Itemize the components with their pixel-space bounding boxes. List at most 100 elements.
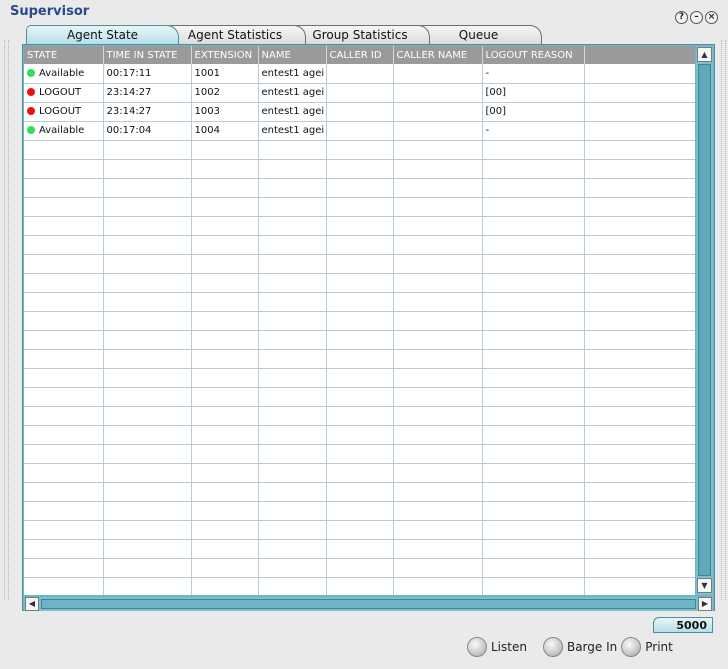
cell-blank bbox=[584, 178, 695, 198]
cell-name: entest1 agei bbox=[258, 64, 327, 84]
table-row bbox=[24, 292, 695, 312]
cell-extension: 1001 bbox=[191, 64, 259, 84]
table-row bbox=[24, 235, 695, 255]
table-row bbox=[24, 387, 695, 407]
column-header-logout-reason[interactable]: LOGOUT REASON bbox=[482, 46, 585, 64]
listen-radio-icon bbox=[467, 637, 487, 657]
cell-name bbox=[258, 368, 327, 388]
cell-state bbox=[24, 463, 104, 483]
cell-state: Available bbox=[24, 64, 104, 84]
tab-group-statistics[interactable]: Group Statistics bbox=[290, 25, 430, 44]
cell-name bbox=[258, 425, 327, 445]
scroll-up-arrow-icon[interactable]: ▲ bbox=[697, 47, 712, 62]
cell-name bbox=[258, 197, 327, 217]
cell-logout-reason bbox=[482, 292, 585, 312]
print-button[interactable]: Print bbox=[621, 637, 673, 657]
column-header-caller-id[interactable]: CALLER ID bbox=[326, 46, 394, 64]
cell-caller-id bbox=[326, 254, 394, 274]
cell-caller-id bbox=[326, 406, 394, 426]
cell-blank bbox=[584, 311, 695, 331]
cell-time-in-state: 00:17:11 bbox=[103, 64, 192, 84]
cell-name bbox=[258, 349, 327, 369]
cell-name bbox=[258, 311, 327, 331]
left-resize-handle[interactable] bbox=[4, 40, 9, 600]
table-row[interactable]: LOGOUT 23:14:27 1002 entest1 agei [00] bbox=[24, 83, 695, 103]
column-header-time-in-state[interactable]: TIME IN STATE bbox=[103, 46, 192, 64]
cell-state bbox=[24, 159, 104, 179]
cell-logout-reason bbox=[482, 539, 585, 559]
table-row bbox=[24, 501, 695, 521]
cell-logout-reason bbox=[482, 159, 585, 179]
cell-caller-name bbox=[393, 254, 483, 274]
table-row[interactable]: Available 00:17:11 1001 entest1 agei - bbox=[24, 64, 695, 84]
tab-queue[interactable]: Queue bbox=[415, 25, 542, 44]
cell-name bbox=[258, 520, 327, 540]
cell-blank bbox=[584, 387, 695, 407]
cell-extension: 1002 bbox=[191, 83, 259, 103]
barge-in-label: Barge In bbox=[566, 640, 618, 654]
cell-extension: 1004 bbox=[191, 121, 259, 141]
cell-state: LOGOUT bbox=[24, 102, 104, 122]
cell-name bbox=[258, 387, 327, 407]
scroll-left-arrow-icon[interactable]: ◀ bbox=[25, 597, 39, 611]
cell-extension: 1003 bbox=[191, 102, 259, 122]
cell-blank bbox=[584, 501, 695, 521]
cell-caller-id bbox=[326, 501, 394, 521]
column-header-state[interactable]: STATE bbox=[24, 46, 104, 64]
cell-caller-id bbox=[326, 558, 394, 578]
close-icon[interactable]: × bbox=[705, 11, 718, 24]
vertical-scrollbar[interactable]: ▲ ▼ bbox=[696, 46, 713, 595]
window-title: Supervisor bbox=[10, 4, 90, 19]
cell-blank bbox=[584, 102, 695, 122]
cell-caller-id bbox=[326, 444, 394, 464]
table-row bbox=[24, 140, 695, 160]
column-header-name[interactable]: NAME bbox=[258, 46, 327, 64]
cell-state bbox=[24, 558, 104, 578]
vertical-scroll-thumb[interactable] bbox=[698, 64, 711, 576]
table-row[interactable]: LOGOUT 23:14:27 1003 entest1 agei [00] bbox=[24, 102, 695, 122]
cell-blank bbox=[584, 558, 695, 578]
listen-button[interactable]: Listen bbox=[467, 637, 527, 657]
cell-caller-id bbox=[326, 83, 394, 103]
table-row[interactable]: Available 00:17:04 1004 entest1 agei - bbox=[24, 121, 695, 141]
cell-logout-reason bbox=[482, 558, 585, 578]
listen-label: Listen bbox=[491, 640, 527, 654]
column-header-extension[interactable]: EXTENSION bbox=[191, 46, 259, 64]
cell-caller-name bbox=[393, 159, 483, 179]
scroll-right-arrow-icon[interactable]: ▶ bbox=[698, 597, 712, 611]
scroll-down-arrow-icon[interactable]: ▼ bbox=[697, 578, 712, 593]
horizontal-scroll-thumb[interactable] bbox=[41, 599, 696, 609]
cell-logout-reason bbox=[482, 311, 585, 331]
cell-caller-name bbox=[393, 520, 483, 540]
cell-state bbox=[24, 539, 104, 559]
horizontal-scrollbar[interactable]: ◀ ▶ bbox=[24, 597, 713, 611]
column-header-caller-name[interactable]: CALLER NAME bbox=[393, 46, 483, 64]
cell-state bbox=[24, 235, 104, 255]
cell-caller-id bbox=[326, 330, 394, 350]
cell-logout-reason bbox=[482, 444, 585, 464]
minimize-icon[interactable]: – bbox=[690, 11, 703, 24]
cell-caller-name bbox=[393, 102, 483, 122]
tab-agent-statistics[interactable]: Agent Statistics bbox=[164, 25, 306, 44]
table-row bbox=[24, 444, 695, 464]
table-row bbox=[24, 330, 695, 350]
cell-time-in-state bbox=[103, 368, 192, 388]
cell-caller-name bbox=[393, 463, 483, 483]
cell-time-in-state bbox=[103, 273, 192, 293]
help-icon[interactable]: ? bbox=[675, 11, 688, 24]
cell-logout-reason bbox=[482, 235, 585, 255]
cell-caller-id bbox=[326, 197, 394, 217]
state-label: Available bbox=[39, 67, 85, 79]
cell-caller-name bbox=[393, 311, 483, 331]
cell-caller-name bbox=[393, 444, 483, 464]
cell-state bbox=[24, 273, 104, 293]
right-resize-handle[interactable] bbox=[721, 40, 726, 600]
cell-caller-id bbox=[326, 539, 394, 559]
cell-extension bbox=[191, 406, 259, 426]
cell-extension bbox=[191, 463, 259, 483]
cell-logout-reason bbox=[482, 482, 585, 502]
cell-time-in-state bbox=[103, 216, 192, 236]
tab-agent-state[interactable]: Agent State bbox=[26, 25, 179, 44]
barge-in-button[interactable]: Barge In bbox=[542, 637, 618, 657]
table-row bbox=[24, 216, 695, 236]
